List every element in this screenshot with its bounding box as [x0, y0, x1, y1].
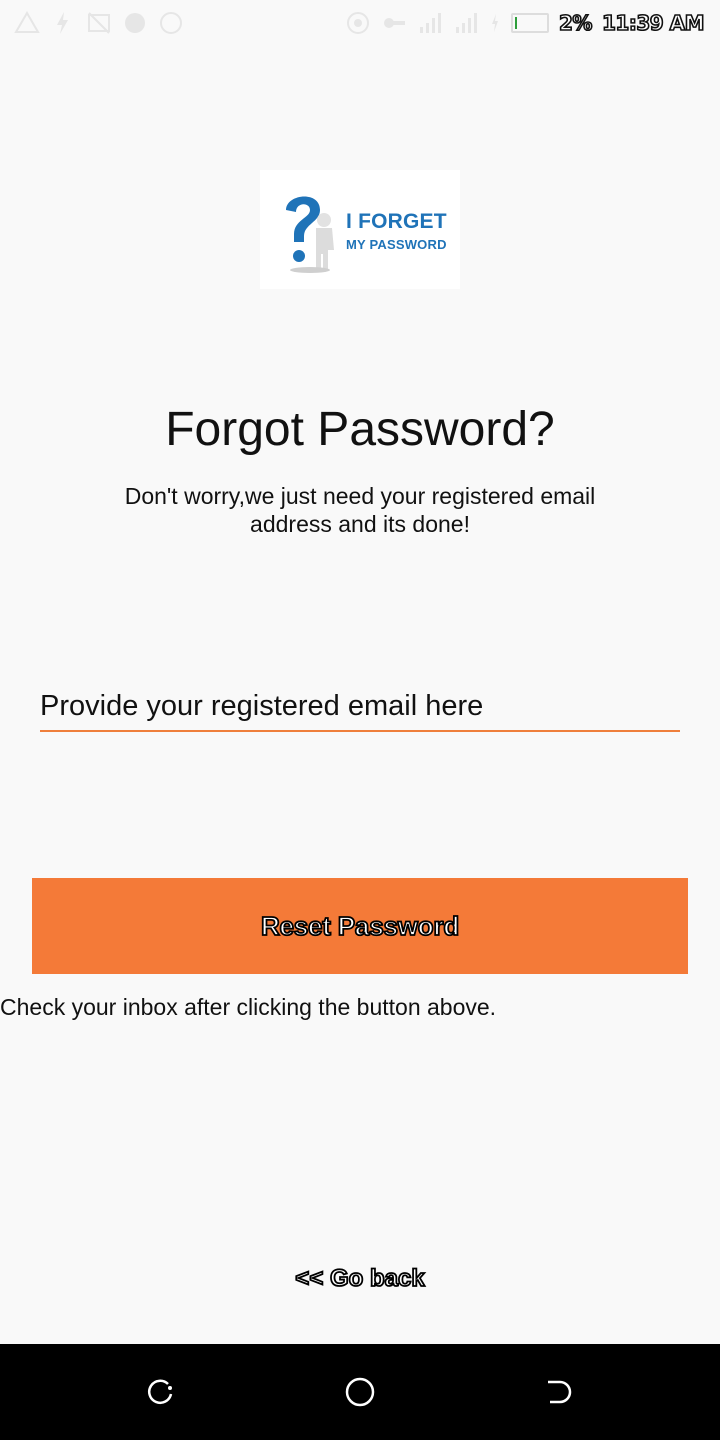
battery-icon: [511, 13, 550, 33]
logo-line-2: MY PASSWORD: [346, 237, 447, 252]
status-time: 11:39 AM: [601, 10, 705, 36]
navigation-bar: [0, 1344, 720, 1440]
status-bar: 2% 11:39 AM: [0, 0, 720, 48]
battery-percent: 2%: [558, 10, 593, 36]
cast-off-icon: [86, 10, 112, 36]
globe-icon: [122, 10, 148, 36]
reset-password-label: Reset Password: [260, 910, 460, 942]
vpn-key-icon: [381, 10, 407, 36]
recents-icon[interactable]: [142, 1374, 178, 1410]
flash-icon: [50, 10, 76, 36]
go-back-label: << Go back: [294, 1264, 425, 1293]
home-icon[interactable]: [342, 1374, 378, 1410]
email-field[interactable]: Provide your registered email here: [40, 688, 680, 732]
wifi-hotspot-icon: [345, 10, 371, 36]
page-title: Forgot Password?: [165, 403, 555, 456]
hint-text: Check your inbox after clicking the butt…: [0, 994, 497, 1020]
app-logo: I FORGET MY PASSWORD: [260, 170, 460, 289]
page-subtitle: Don't worry,we just need your registered…: [124, 483, 596, 537]
signal-icon: [417, 10, 443, 36]
back-icon[interactable]: [542, 1374, 578, 1410]
question-man-icon: [286, 196, 334, 273]
signal-icon: [453, 10, 479, 36]
status-left-icons: [14, 10, 184, 36]
circle-icon: [158, 10, 184, 36]
go-back-link[interactable]: << Go back: [0, 1264, 720, 1293]
logo-line-1: I FORGET: [346, 210, 447, 233]
reset-password-button[interactable]: Reset Password: [32, 878, 688, 974]
status-right-icons: 2% 11:39 AM: [345, 10, 705, 36]
warning-icon: [14, 10, 40, 36]
charging-icon: [489, 10, 501, 36]
